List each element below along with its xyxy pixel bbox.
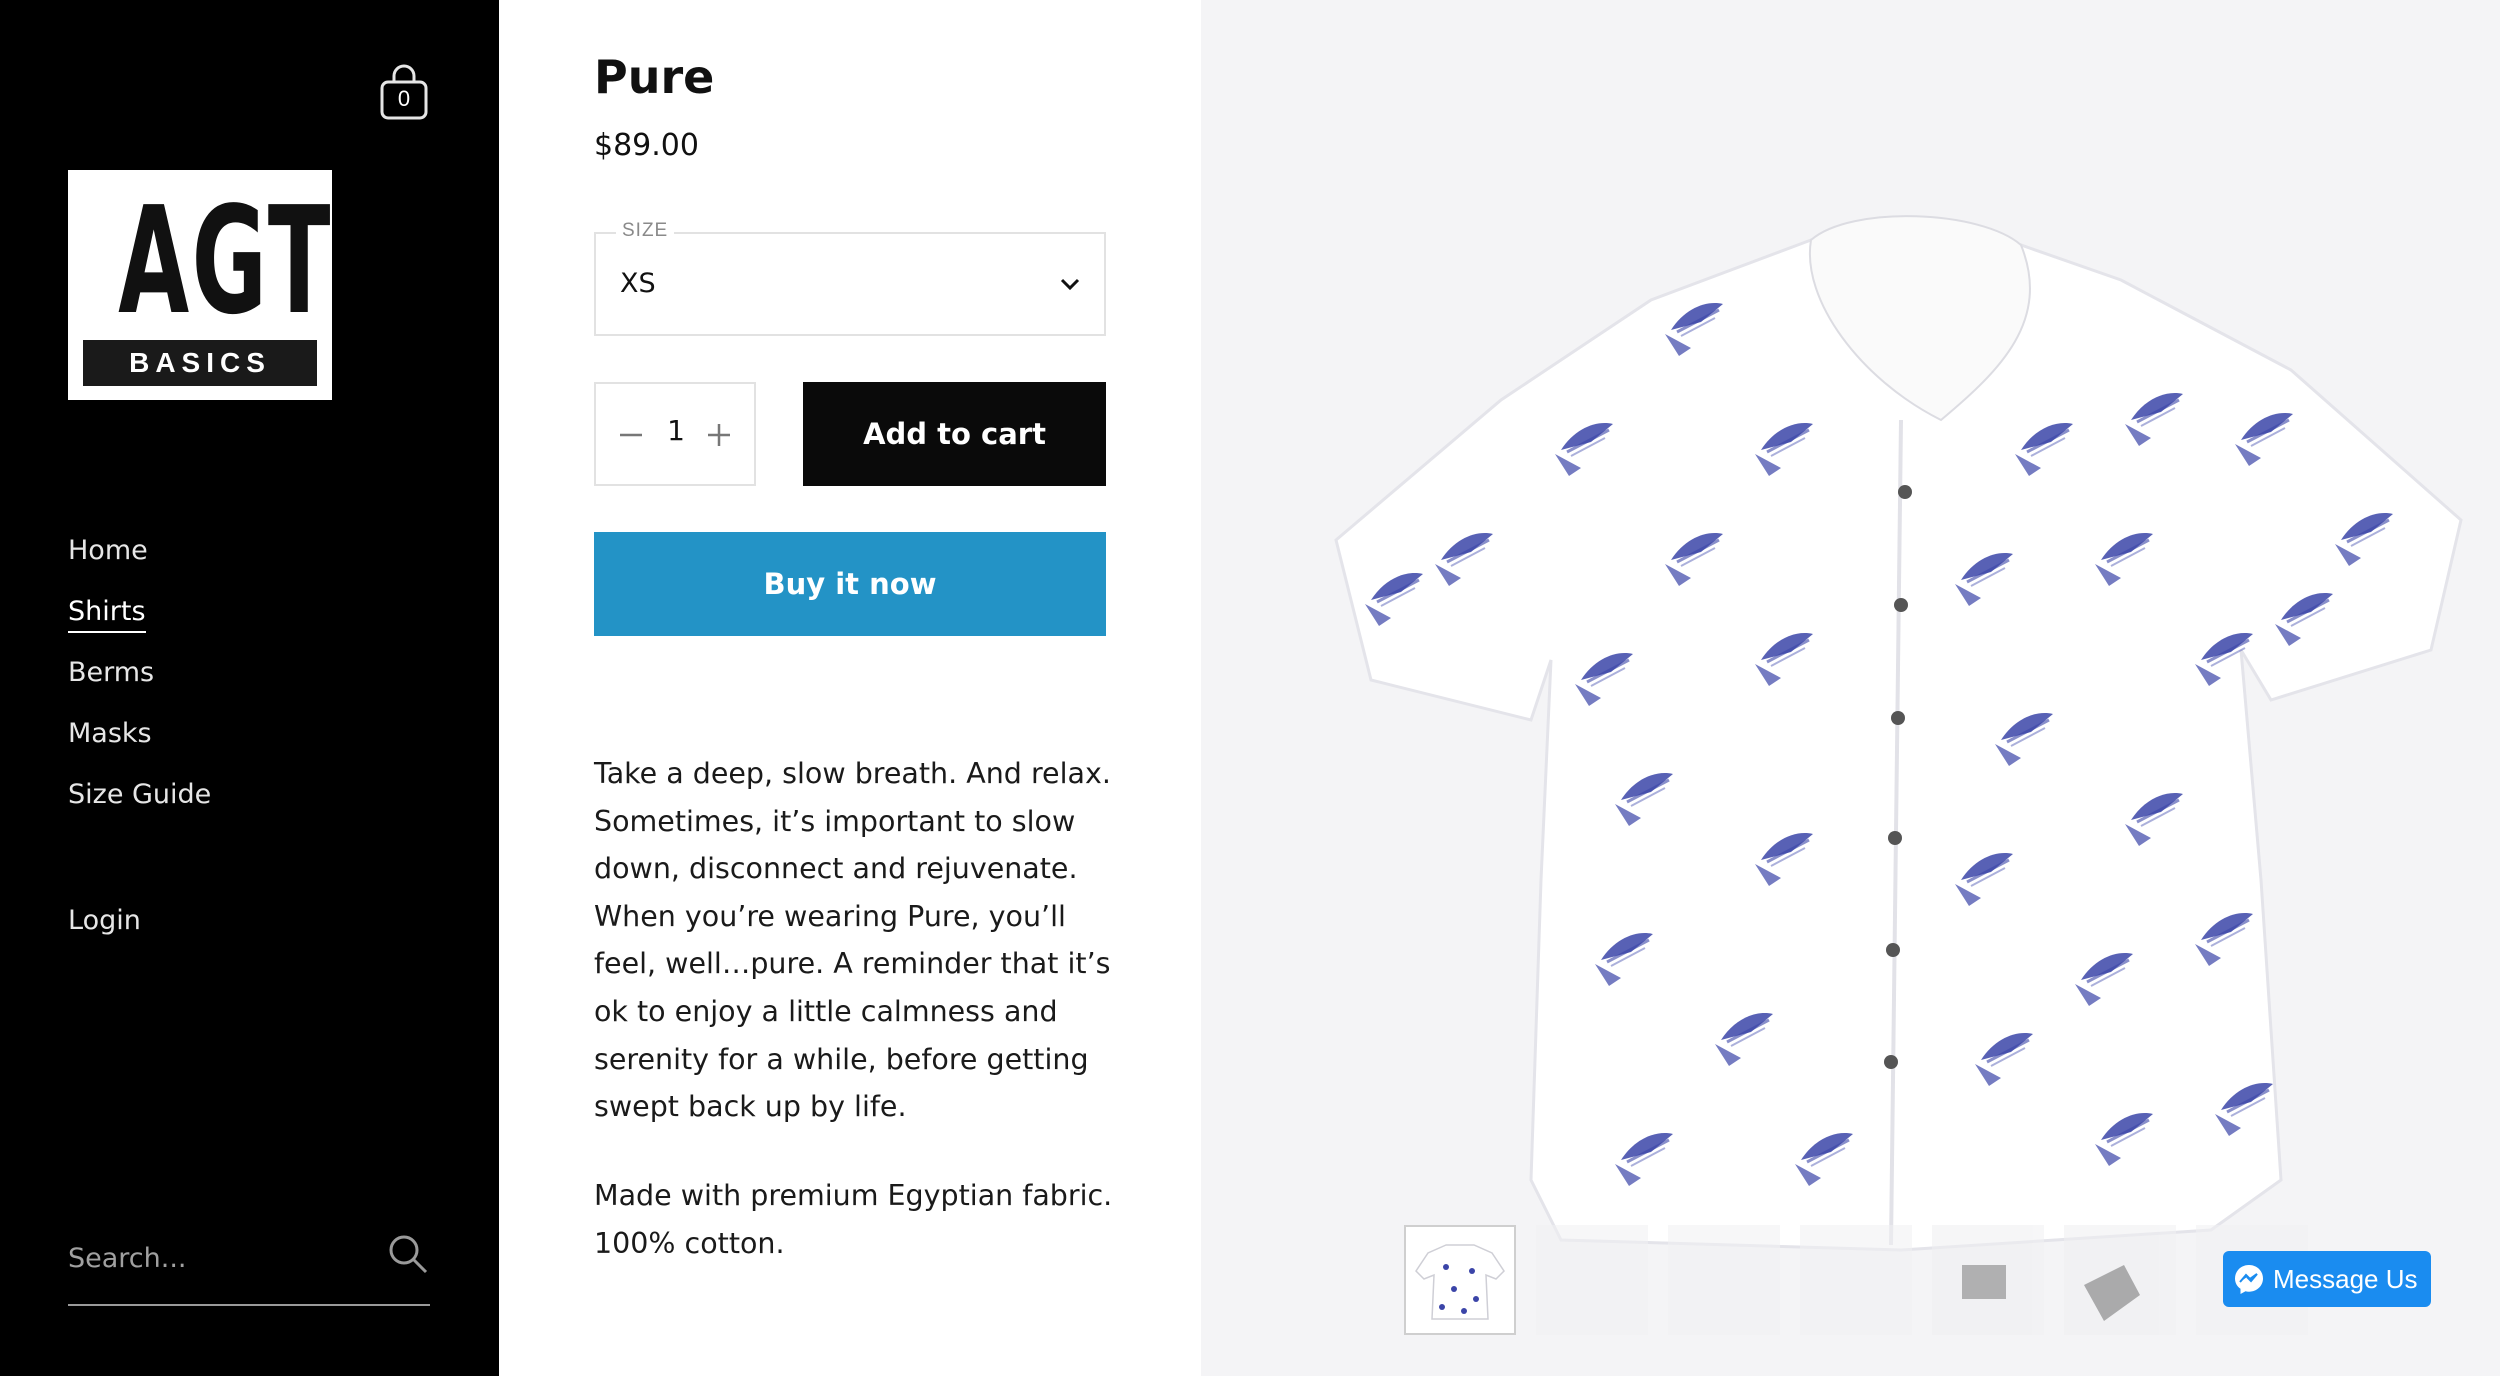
nav-label: Shirts <box>68 596 146 633</box>
product-description: Take a deep, slow breath. And relax. Som… <box>594 757 1111 1124</box>
thumbnail[interactable] <box>2064 1225 2176 1335</box>
cart-count: 0 <box>397 86 411 111</box>
nav-item-home[interactable]: Home <box>68 520 211 581</box>
message-us-label: Message Us <box>2273 1264 2418 1294</box>
login-link[interactable]: Login <box>68 905 141 936</box>
nav-item-masks[interactable]: Masks <box>68 703 211 764</box>
messenger-icon <box>2235 1265 2263 1294</box>
chevron-down-icon <box>1060 278 1080 291</box>
thumbnail[interactable] <box>1668 1225 1780 1335</box>
search-bar <box>68 1228 430 1306</box>
product-page: 0 AGT BASICS Home Shirts Berms Masks Siz… <box>0 0 2500 1376</box>
thumbnail[interactable] <box>1932 1225 2044 1335</box>
quantity-value[interactable]: 1 <box>656 414 696 447</box>
nav-item-shirts[interactable]: Shirts <box>68 581 211 642</box>
nav-item-size-guide[interactable]: Size Guide <box>68 764 211 825</box>
cart-button[interactable]: 0 <box>376 62 432 122</box>
brand-logo[interactable]: AGT BASICS <box>68 170 332 400</box>
nav-label: Home <box>68 535 148 566</box>
plus-icon[interactable] <box>704 420 734 450</box>
nav-item-berms[interactable]: Berms <box>68 642 211 703</box>
product-fabric: Made with premium Egyptian fabric. 100% … <box>594 1179 1113 1260</box>
buy-now-button[interactable]: Buy it now <box>594 532 1106 636</box>
thumbnail-image <box>1962 1265 2006 1299</box>
product-image-shirt[interactable] <box>1201 0 2500 1376</box>
minus-icon[interactable] <box>616 420 646 450</box>
nav-label: Masks <box>68 718 152 749</box>
search-input[interactable] <box>68 1228 368 1288</box>
thumbnail-image <box>2084 1265 2140 1321</box>
message-us-button[interactable]: Message Us <box>2223 1251 2431 1307</box>
quantity-stepper: 1 <box>594 382 756 486</box>
size-select[interactable]: SIZE XS <box>594 220 1106 336</box>
size-label: SIZE <box>616 220 675 242</box>
thumbnail-image <box>1415 1244 1505 1320</box>
thumbnail[interactable] <box>1536 1225 1648 1335</box>
logo-subtitle: BASICS <box>83 340 317 386</box>
add-to-cart-button[interactable]: Add to cart <box>803 382 1106 486</box>
nav-label: Berms <box>68 657 155 688</box>
thumbnail[interactable] <box>1800 1225 1912 1335</box>
logo-wordmark: AGT <box>118 175 333 347</box>
product-info: Pure $89.00 SIZE XS 1 Add to cart Buy it… <box>499 0 1201 1376</box>
thumbnail[interactable] <box>1404 1225 1516 1335</box>
product-title: Pure <box>594 50 715 104</box>
sidebar: 0 AGT BASICS Home Shirts Berms Masks Siz… <box>0 0 499 1376</box>
main-nav: Home Shirts Berms Masks Size Guide <box>68 520 211 825</box>
product-price: $89.00 <box>594 128 699 163</box>
size-value: XS <box>620 268 656 299</box>
search-icon[interactable] <box>386 1232 430 1276</box>
product-gallery <box>1201 0 2500 1376</box>
nav-label: Size Guide <box>68 779 212 810</box>
